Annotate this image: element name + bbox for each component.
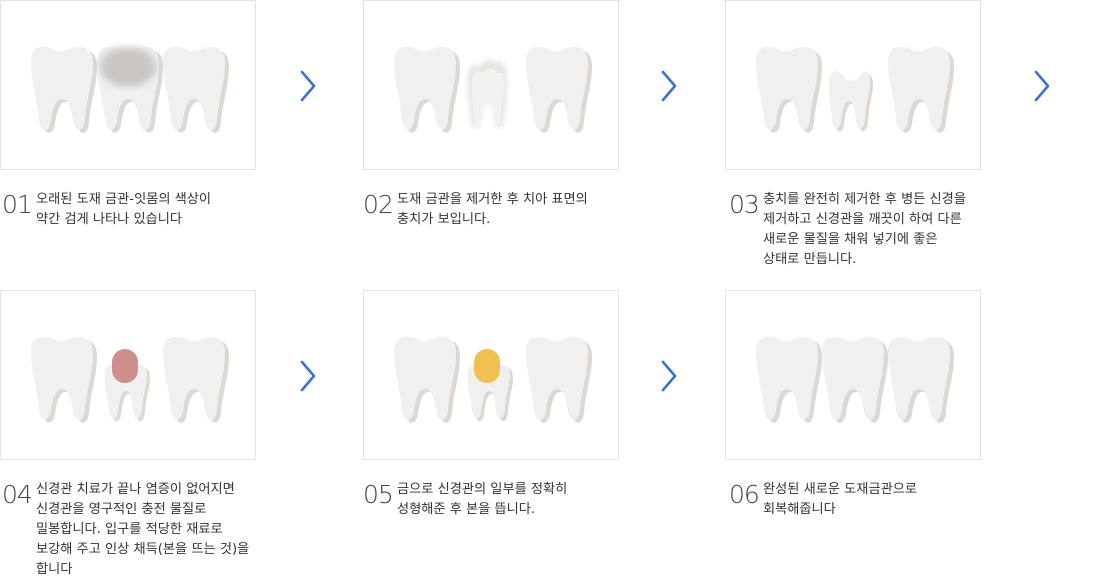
step-number: 01: [2, 190, 33, 219]
step-description: 충치를 완전히 제거한 후 병든 신경을 제거하고 신경관을 깨끗이 하여 다른…: [763, 192, 966, 267]
tooth-icon: [756, 46, 822, 133]
step-description: 금으로 신경관의 일부를 정확히 성형해준 후 본을 뜹니다.: [397, 482, 568, 517]
step-number: 05: [363, 480, 394, 509]
tooth-icon: [822, 336, 888, 423]
step-description: 도재 금관을 제거한 후 치아 표면의 충치가 보입니다.: [397, 192, 588, 227]
tooth-icon: [526, 46, 592, 133]
step-number: 02: [363, 190, 394, 219]
tooth-icon: [163, 46, 229, 133]
step-number: 03: [729, 190, 760, 219]
tooth-icon: [163, 336, 229, 423]
step-image-03: [725, 0, 981, 170]
step-image-02: [363, 0, 619, 170]
tooth-icon: [394, 336, 460, 423]
chevron-right-icon: [300, 70, 316, 102]
step-image-04: [0, 290, 256, 460]
tooth-icon: [104, 349, 150, 422]
tooth-icon: [31, 46, 97, 133]
step-image-01: [0, 0, 256, 170]
tooth-icon: [888, 46, 954, 133]
step-image-05: [363, 290, 619, 460]
tooth-icon: [467, 59, 507, 129]
step-description: 오래된 도재 금관-잇몸의 색상이 약간 검게 나타나 있습니다: [36, 192, 212, 227]
tooth-icon: [888, 336, 954, 423]
tooth-icon: [467, 349, 513, 422]
step-description: 신경관 치료가 끝나 염증이 없어지면 신경관을 영구적인 충전 물질로 밀봉합…: [36, 482, 250, 577]
step-image-06: [725, 290, 981, 460]
filling-gold: [474, 349, 500, 383]
step-description: 완성된 새로운 도재금관으로 회복해줍니다: [763, 482, 917, 517]
tooth-icon: [97, 46, 163, 133]
chevron-right-icon: [300, 360, 316, 392]
chevron-right-icon: [1034, 70, 1050, 102]
filling-red: [112, 349, 138, 383]
tooth-icon: [394, 46, 460, 133]
step-number: 06: [729, 480, 760, 509]
tooth-icon: [31, 336, 97, 423]
step-number: 04: [2, 480, 33, 509]
chevron-right-icon: [661, 70, 677, 102]
tooth-icon: [829, 70, 873, 132]
tooth-icon: [756, 336, 822, 423]
tooth-icon: [526, 336, 592, 423]
chevron-right-icon: [661, 360, 677, 392]
